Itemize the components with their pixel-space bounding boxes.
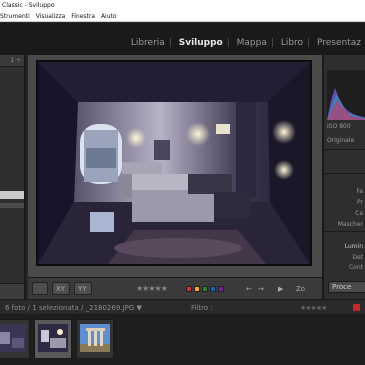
- left-panel-footer: [0, 283, 24, 299]
- play-icon[interactable]: ▶: [278, 283, 283, 295]
- histogram-graph: [327, 88, 365, 120]
- filmstrip-info-text: 6 foto / 1 selezionata / _2180269.JPG: [5, 304, 135, 312]
- zoom-label[interactable]: Zo: [296, 283, 305, 295]
- module-picker: Libreria | Sviluppo | Mappa | Libro | Presen…: [0, 23, 365, 55]
- module-mappa[interactable]: Mappa: [237, 38, 267, 48]
- process-button[interactable]: Proce: [328, 281, 365, 293]
- module-libreria[interactable]: Libreria: [131, 38, 165, 48]
- menu-finestra[interactable]: Finestra: [71, 13, 95, 20]
- compare-label: YY: [78, 285, 87, 293]
- color-label-blue[interactable]: [210, 286, 216, 292]
- panel-divider: [324, 173, 365, 174]
- color-label-red[interactable]: [186, 286, 192, 292]
- detail-label: Det: [352, 254, 363, 261]
- filter-stars[interactable]: ★★★★★: [300, 302, 327, 314]
- thumb-image: [38, 324, 68, 352]
- rating-stars[interactable]: ★★★★★: [136, 283, 168, 295]
- original-label[interactable]: Originale: [327, 137, 354, 144]
- left-panel: 1 ÷: [0, 55, 26, 299]
- menu-aiuto[interactable]: Aiuto: [101, 13, 117, 20]
- left-panel-selected-item[interactable]: [0, 191, 24, 199]
- next-photo-icon[interactable]: →: [258, 283, 264, 295]
- module-separator: |: [270, 38, 274, 48]
- left-panel-item[interactable]: [0, 203, 24, 208]
- filmstrip: [0, 315, 365, 365]
- iso-label: ISO 800: [327, 123, 351, 130]
- luminance-section-title[interactable]: Lumin: [345, 243, 363, 250]
- filmstrip-header: 6 foto / 1 selezionata / _2180269.JPG ▼ …: [0, 299, 365, 315]
- panel-label-3: Ca: [355, 210, 363, 217]
- module-sviluppo[interactable]: Sviluppo: [179, 38, 223, 48]
- filmstrip-info[interactable]: 6 foto / 1 selezionata / _2180269.JPG ▼: [5, 302, 142, 314]
- color-label-green[interactable]: [202, 286, 208, 292]
- thumb-graphic: [80, 324, 110, 352]
- previous-photo-icon[interactable]: ←: [246, 283, 252, 295]
- left-panel-header[interactable]: 1 ÷: [0, 55, 24, 67]
- main-photo[interactable]: [36, 60, 312, 266]
- interior-photo-image: [38, 62, 310, 264]
- thumb-image: [0, 324, 26, 352]
- filmstrip-thumb[interactable]: [76, 319, 114, 359]
- thumb-image: [80, 324, 110, 352]
- panel-label-1: Fa: [356, 188, 363, 195]
- module-libro[interactable]: Libro: [281, 38, 303, 48]
- module-presentazione[interactable]: Presentaz: [317, 38, 361, 48]
- histogram: [327, 70, 365, 120]
- module-separator: |: [226, 38, 230, 48]
- before-after-button[interactable]: XY: [52, 282, 70, 295]
- filmstrip-thumb-selected[interactable]: [34, 319, 72, 359]
- panel-divider: [324, 149, 365, 150]
- panel-divider: [324, 231, 365, 232]
- right-panel: ISO 800 Originale Fa Pr Ca Mascher Lumin…: [322, 55, 365, 299]
- filmstrip-dropdown-icon[interactable]: ▼: [136, 304, 141, 312]
- photo-view: [28, 55, 322, 277]
- menu-bar: Strumenti Visualizza Finestra Aiuto: [0, 11, 365, 22]
- thumb-graphic: [38, 324, 68, 352]
- color-label-yellow[interactable]: [194, 286, 200, 292]
- contrast-label: Cont: [348, 264, 363, 271]
- before-after-label: XY: [56, 285, 66, 293]
- filter-color-red[interactable]: [353, 304, 360, 311]
- window-titlebar: Classic - Sviluppo: [0, 0, 365, 11]
- thumb-graphic: [0, 324, 26, 352]
- window-title: Classic - Sviluppo: [2, 2, 55, 9]
- lightroom-window: Classic - Sviluppo Strumenti Visualizza …: [0, 0, 365, 365]
- loupe-view-button[interactable]: [32, 282, 48, 295]
- filter-label: Filtro :: [191, 304, 213, 312]
- color-label-purple[interactable]: [218, 286, 224, 292]
- menu-visualizza[interactable]: Visualizza: [36, 13, 66, 20]
- develop-toolbar: XY YY ★★★★★ ← → ▶ Zo: [28, 277, 322, 299]
- menu-strumenti[interactable]: Strumenti: [0, 13, 30, 20]
- module-separator: |: [307, 38, 311, 48]
- module-tabs: Libreria | Sviluppo | Mappa | Libro | Presen…: [127, 38, 365, 48]
- compare-button[interactable]: YY: [74, 282, 92, 295]
- panel-label-4: Mascher: [337, 221, 363, 228]
- filmstrip-thumb[interactable]: [0, 319, 30, 359]
- module-separator: |: [168, 38, 172, 48]
- panel-label-2: Pr: [357, 199, 363, 206]
